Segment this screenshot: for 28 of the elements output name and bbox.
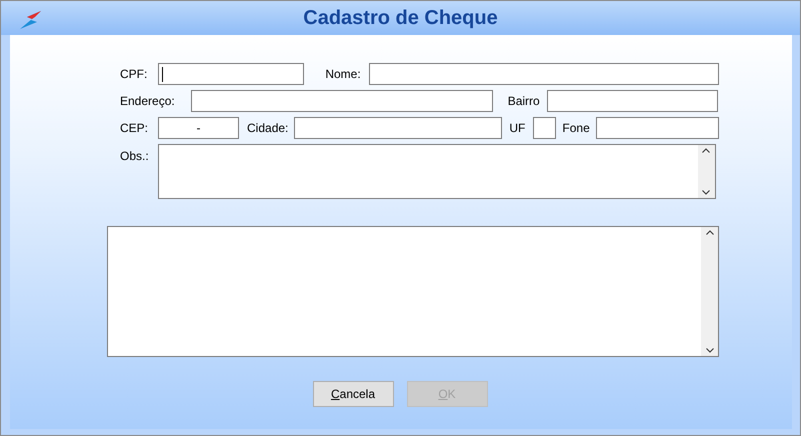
field-label: Bairro	[508, 93, 540, 110]
obs-field[interactable]	[158, 144, 716, 199]
scroll-up-icon[interactable]	[702, 148, 710, 153]
field-label: CPF:	[120, 66, 148, 83]
scrollbar[interactable]	[701, 227, 718, 356]
scroll-down-icon[interactable]	[702, 190, 710, 195]
text-field[interactable]	[546, 90, 718, 112]
field-label: Cidade:	[247, 120, 288, 137]
text-field[interactable]	[294, 117, 502, 139]
text-field[interactable]	[368, 63, 719, 85]
field-label: CEP:	[120, 120, 148, 137]
logo-icon	[19, 10, 41, 29]
text-field[interactable]	[190, 90, 493, 112]
field-label: Fone	[562, 120, 590, 137]
text-field[interactable]	[158, 63, 304, 85]
text-cursor	[162, 67, 163, 82]
field-label: Endereço:	[120, 93, 175, 110]
field-label: Nome:	[325, 66, 361, 83]
window-title: Cadastro de Cheque	[303, 6, 498, 31]
scroll-down-icon[interactable]	[706, 348, 714, 353]
field-label: Obs.:	[120, 148, 149, 165]
field-label: UF	[509, 120, 526, 137]
dialog-button[interactable]: Cancela	[312, 381, 394, 407]
scrollbar[interactable]	[698, 145, 715, 198]
text-field[interactable]	[533, 117, 556, 139]
text-field[interactable]	[596, 117, 719, 139]
scroll-up-icon[interactable]	[706, 230, 714, 235]
text-field[interactable]: -	[158, 117, 240, 139]
